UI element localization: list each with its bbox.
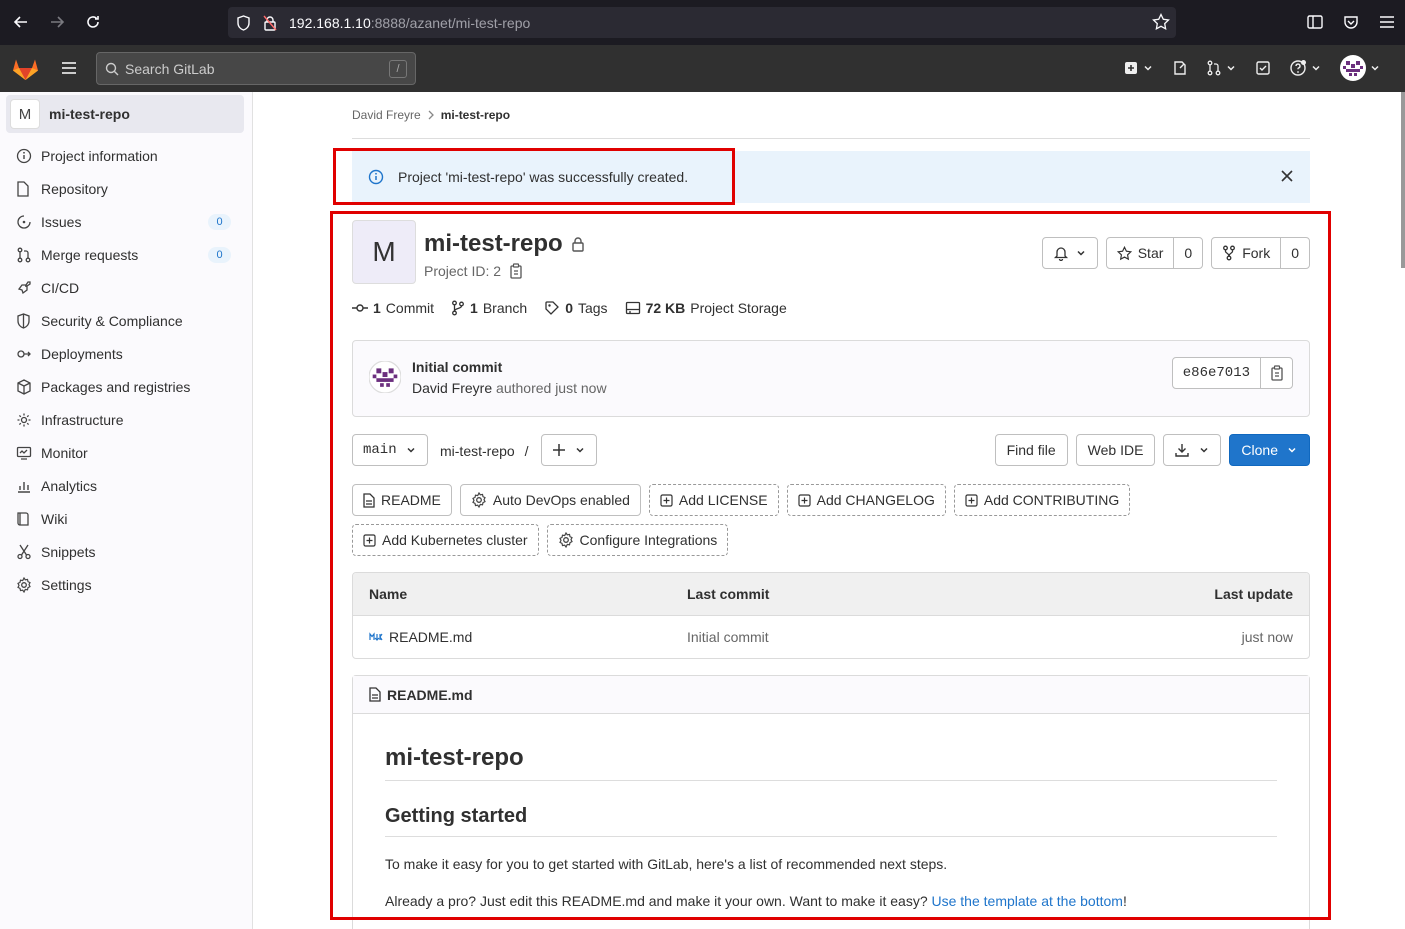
bookmark-star-icon[interactable] [1152, 13, 1170, 31]
sidebar-item-project-information[interactable]: Project information [0, 139, 252, 172]
search-placeholder: Search GitLab [125, 60, 215, 77]
sidebar-item-label: Merge requests [41, 246, 139, 263]
project-sidebar: M mi-test-repo Project information Reposi… [0, 92, 253, 929]
avatar [1340, 55, 1366, 81]
sidebar-item-label: Security & Compliance [41, 312, 183, 329]
help-icon [1290, 60, 1306, 76]
browser-toolbar: 192.168.1.10:8888/azanet/mi-test-repo [0, 0, 1405, 45]
settings-icon [16, 576, 34, 593]
sidebar-item-repository[interactable]: Repository [0, 172, 252, 205]
sidebar-item-label: Wiki [41, 510, 68, 527]
deployments-icon [16, 346, 34, 362]
url-path: :8888/azanet/mi-test-repo [370, 14, 531, 31]
sidebar-item-analytics[interactable]: Analytics [0, 469, 252, 502]
project-icon [16, 148, 34, 164]
url-bar[interactable]: 192.168.1.10:8888/azanet/mi-test-repo [228, 7, 1176, 38]
search-input[interactable]: Search GitLab / [96, 52, 416, 85]
sidebar-item-snippets[interactable]: Snippets [0, 535, 252, 568]
close-icon[interactable] [1280, 169, 1294, 183]
hamburger-menu-icon[interactable] [58, 57, 80, 79]
search-icon [105, 62, 119, 76]
sidebar-item-settings[interactable]: Settings [0, 568, 252, 601]
sidebar-project-avatar: M [10, 99, 40, 129]
issues-nav-button[interactable] [1166, 53, 1194, 83]
breadcrumb-divider [352, 138, 1310, 139]
sidebar-item-label: Snippets [41, 543, 96, 560]
create-new-dropdown[interactable] [1117, 53, 1160, 83]
pocket-icon[interactable] [1333, 4, 1369, 40]
breadcrumb-parent[interactable]: David Freyre [352, 108, 421, 122]
menu-icon[interactable] [1369, 4, 1405, 40]
chevron-down-icon [1371, 65, 1379, 71]
snippet-icon [16, 544, 34, 560]
sidebar-item-label: Issues [41, 213, 82, 230]
sidebar-item-label: Settings [41, 576, 92, 593]
todo-check-icon [1256, 61, 1270, 75]
merge-request-icon [1207, 60, 1221, 76]
sidebar-item-infrastructure[interactable]: Infrastructure [0, 403, 252, 436]
chevron-right-icon [427, 110, 435, 120]
reload-icon[interactable] [75, 4, 111, 40]
sidebar-project-name: mi-test-repo [49, 106, 130, 122]
forward-icon[interactable] [39, 4, 75, 40]
sidebar-item-label: Repository [41, 180, 108, 197]
sidebar-item-packages-and-registries[interactable]: Packages and registries [0, 370, 252, 403]
gitlab-top-nav: Search GitLab / [0, 45, 1405, 92]
help-dropdown[interactable] [1283, 53, 1328, 83]
sidebar-item-merge-requests[interactable]: Merge requests 0 [0, 238, 252, 271]
sidebar-toggle-icon[interactable] [1297, 4, 1333, 40]
page-scrollbar[interactable] [1401, 92, 1405, 268]
monitor-icon [16, 445, 34, 461]
sidebar-project-header[interactable]: M mi-test-repo [6, 95, 244, 133]
sidebar-item-label: Project information [41, 147, 158, 164]
chart-icon [16, 478, 34, 494]
search-shortcut-hint: / [389, 60, 407, 78]
sidebar-item-label: Infrastructure [41, 411, 124, 428]
merge-request-icon [16, 247, 34, 263]
issues-icon [1174, 61, 1186, 75]
chevron-down-icon [1227, 65, 1235, 71]
url-host: 192.168.1.10 [289, 14, 371, 31]
shield-icon [16, 312, 34, 329]
sidebar-item-ci-cd[interactable]: CI/CD [0, 271, 252, 304]
chevron-down-icon [1144, 65, 1152, 71]
rocket-icon [16, 280, 34, 296]
todos-nav-button[interactable] [1249, 53, 1277, 83]
sidebar-item-label: Packages and registries [41, 378, 191, 395]
sidebar-item-label: Analytics [41, 477, 98, 494]
annotation-box-project [330, 211, 1331, 920]
gitlab-logo-icon[interactable] [12, 55, 39, 81]
shield-icon [236, 14, 251, 31]
package-icon [16, 378, 34, 395]
sidebar-item-security-compliance[interactable]: Security & Compliance [0, 304, 252, 337]
book-icon [16, 511, 34, 527]
back-icon[interactable] [3, 4, 39, 40]
sidebar-item-wiki[interactable]: Wiki [0, 502, 252, 535]
cloud-gear-icon [16, 412, 34, 428]
count-badge: 0 [208, 214, 231, 230]
chevron-down-icon [1312, 65, 1320, 71]
breadcrumb-current[interactable]: mi-test-repo [441, 108, 510, 122]
issues-icon [16, 214, 34, 230]
user-menu-dropdown[interactable] [1334, 53, 1387, 83]
sidebar-item-deployments[interactable]: Deployments [0, 337, 252, 370]
count-badge: 0 [208, 247, 231, 263]
sidebar-item-label: CI/CD [41, 279, 80, 296]
plus-square-icon [1125, 62, 1137, 74]
doc-icon [16, 180, 34, 197]
sidebar-item-monitor[interactable]: Monitor [0, 436, 252, 469]
insecure-lock-icon [263, 15, 277, 31]
sidebar-item-label: Monitor [41, 444, 88, 461]
merge-requests-dropdown[interactable] [1200, 53, 1243, 83]
annotation-box-alert [333, 148, 735, 205]
breadcrumb: David Freyre mi-test-repo [352, 108, 510, 122]
sidebar-item-issues[interactable]: Issues 0 [0, 205, 252, 238]
sidebar-item-label: Deployments [41, 345, 123, 362]
